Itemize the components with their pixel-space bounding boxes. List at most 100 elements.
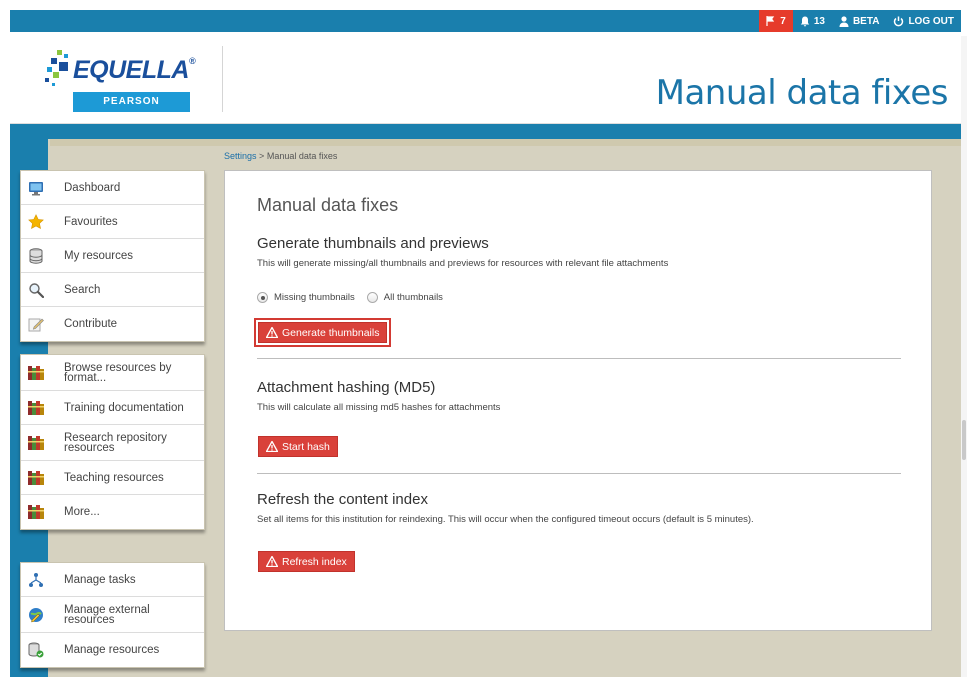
sidebar-item-contribute[interactable]: Contribute xyxy=(21,307,204,341)
generate-thumbnails-focus-ring: Generate thumbnails xyxy=(254,318,392,347)
workflow-icon xyxy=(27,571,45,589)
warning-icon xyxy=(266,441,278,452)
index-description: Set all items for this institution for r… xyxy=(257,514,754,525)
radio-all-thumbnails[interactable]: All thumbnails xyxy=(366,292,443,303)
radio-label: Missing thumbnails xyxy=(274,292,355,303)
index-title: Refresh the content index xyxy=(257,491,428,508)
button-label: Generate thumbnails xyxy=(282,326,380,339)
sidebar-item-more[interactable]: More... xyxy=(21,495,204,529)
sidebar-item-label: Manage tasks xyxy=(64,573,136,586)
sidebar-admin-nav: Manage tasks Manage external resources M… xyxy=(20,562,205,668)
thumbnails-section: Generate thumbnails and previews This wi… xyxy=(257,235,901,269)
logout-label: LOG OUT xyxy=(908,15,954,27)
books-icon xyxy=(27,503,45,521)
thumbnail-mode-radio-group: Missing thumbnails All thumbnails xyxy=(257,292,455,303)
generate-thumbnails-button[interactable]: Generate thumbnails xyxy=(258,322,388,343)
header-divider xyxy=(222,46,223,112)
sidebar-item-manage-external-resources[interactable]: Manage external resources xyxy=(21,597,204,633)
books-icon xyxy=(27,469,45,487)
database-check-icon xyxy=(27,641,45,659)
star-icon xyxy=(27,213,45,231)
button-label: Refresh index xyxy=(282,555,347,568)
sidebar-item-label: Browse resources by format... xyxy=(64,361,172,384)
sidebar-item-label: Manage resources xyxy=(64,644,160,656)
hashing-title: Attachment hashing (MD5) xyxy=(257,379,436,396)
sidebar-item-dashboard[interactable]: Dashboard xyxy=(21,171,204,205)
power-icon xyxy=(894,16,904,26)
warning-icon xyxy=(266,556,278,567)
app-window: 7 13 BETA LOG OUT EQUELLA® PEARSON Manua… xyxy=(0,0,967,677)
sidebar-item-training-documentation[interactable]: Training documentation xyxy=(21,391,204,425)
books-icon xyxy=(27,434,45,452)
books-icon xyxy=(27,399,45,417)
dashboard-icon xyxy=(27,179,45,197)
username: BETA xyxy=(852,15,880,27)
band-top-shade xyxy=(50,139,961,146)
equella-logo[interactable]: EQUELLA® PEARSON xyxy=(43,48,196,118)
breadcrumb-separator: > xyxy=(259,151,265,161)
main-panel: Manual data fixes Generate thumbnails an… xyxy=(224,170,932,631)
sidebar-item-label: Research repository resources xyxy=(64,431,167,454)
database-icon xyxy=(27,247,45,265)
tasks-count: 13 xyxy=(813,15,825,27)
sidebar-item-label: Manage external resources xyxy=(64,603,150,626)
breadcrumb: Settings > Manual data fixes xyxy=(224,151,337,161)
sidebar-item-label: More... xyxy=(64,506,100,518)
radio-missing-thumbnails[interactable]: Missing thumbnails xyxy=(257,292,355,303)
band-top-stripe xyxy=(10,124,961,139)
sidebar-primary-nav: Dashboard Favourites My resources Search… xyxy=(20,170,205,342)
sidebar-item-label: Training documentation xyxy=(64,401,184,414)
page-title: Manual data fixes xyxy=(655,73,949,113)
sidebar-item-label: Favourites xyxy=(64,215,118,228)
section-divider xyxy=(257,473,901,474)
sidebar-item-label: Contribute xyxy=(64,318,118,330)
hashing-description: This will calculate all missing md5 hash… xyxy=(257,402,501,413)
warning-icon xyxy=(266,327,278,338)
page-scrollbar-track[interactable] xyxy=(961,36,967,677)
sidebar-item-browse-by-format[interactable]: Browse resources by format... xyxy=(21,355,204,391)
bell-icon xyxy=(800,16,810,26)
notifications-count: 7 xyxy=(780,15,786,27)
thumbnails-description: This will generate missing/all thumbnail… xyxy=(257,258,669,269)
index-section: Refresh the content index Set all items … xyxy=(257,491,901,525)
sidebar-item-my-resources[interactable]: My resources xyxy=(21,239,204,273)
radio-unselected-icon xyxy=(366,292,378,303)
sidebar-item-label: Search xyxy=(64,283,101,296)
books-icon xyxy=(27,364,45,382)
start-hash-button[interactable]: Start hash xyxy=(258,436,338,457)
breadcrumb-settings-link[interactable]: Settings xyxy=(224,151,257,161)
top-bar: 7 13 BETA LOG OUT xyxy=(10,10,961,32)
sidebar-item-manage-tasks[interactable]: Manage tasks xyxy=(21,563,204,597)
user-menu[interactable]: BETA xyxy=(832,10,886,32)
radio-label: All thumbnails xyxy=(383,292,443,303)
sidebar-item-manage-resources[interactable]: Manage resources xyxy=(21,633,204,667)
button-label: Start hash xyxy=(282,440,330,453)
tasks-button[interactable]: 13 xyxy=(793,10,832,32)
pencil-icon xyxy=(27,315,45,333)
section-divider xyxy=(257,358,901,359)
header: EQUELLA® PEARSON Manual data fixes xyxy=(10,32,961,124)
globe-pencil-icon xyxy=(27,606,45,624)
logo-wordmark: EQUELLA® xyxy=(73,56,196,84)
magnifier-icon xyxy=(27,281,45,299)
flag-icon xyxy=(766,16,775,26)
sidebar-item-label: My resources xyxy=(64,249,134,262)
hashing-section: Attachment hashing (MD5) This will calcu… xyxy=(257,379,901,413)
refresh-index-button[interactable]: Refresh index xyxy=(258,551,355,572)
notifications-button[interactable]: 7 xyxy=(759,10,793,32)
sidebar-item-search[interactable]: Search xyxy=(21,273,204,307)
sidebar-item-teaching-resources[interactable]: Teaching resources xyxy=(21,461,204,495)
sidebar-item-label: Dashboard xyxy=(64,181,121,194)
user-icon xyxy=(839,15,849,27)
thumbnails-title: Generate thumbnails and previews xyxy=(257,235,489,252)
sidebar-item-label: Teaching resources xyxy=(64,471,164,484)
logout-button[interactable]: LOG OUT xyxy=(886,10,961,32)
top-bar-actions: 7 13 BETA LOG OUT xyxy=(759,10,961,32)
logo-dots-icon xyxy=(45,50,68,86)
breadcrumb-current: Manual data fixes xyxy=(266,151,338,161)
radio-selected-icon xyxy=(257,292,268,303)
sidebar-collections-nav: Browse resources by format... Training d… xyxy=(20,354,205,530)
sidebar-item-research-repository[interactable]: Research repository resources xyxy=(21,425,204,461)
sidebar-item-favourites[interactable]: Favourites xyxy=(21,205,204,239)
page-scrollbar-thumb[interactable] xyxy=(962,420,966,460)
